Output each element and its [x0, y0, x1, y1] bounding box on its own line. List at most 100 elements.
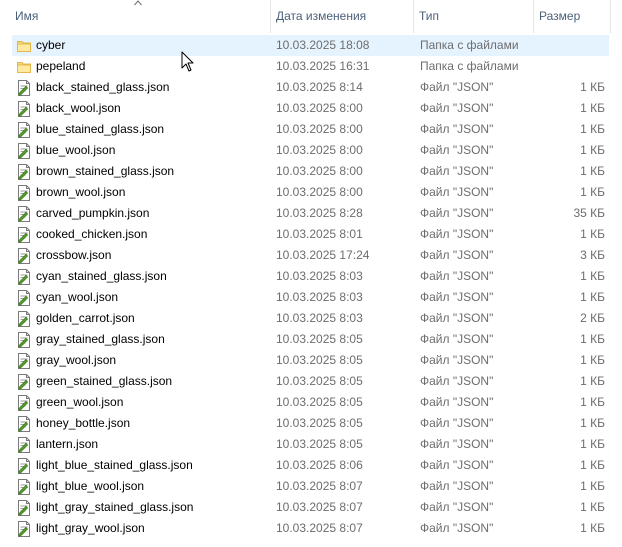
- folder-row[interactable]: cyber 10.03.2025 18:08 Папка с файлами: [12, 35, 609, 56]
- json-file-icon: [16, 332, 32, 348]
- file-name: cyan_wool.json: [36, 290, 119, 304]
- json-file-icon: [16, 143, 32, 159]
- file-row[interactable]: light_gray_wool.json 10.03.2025 8:07 Файл …: [12, 518, 609, 539]
- file-type: Файл "JSON": [420, 353, 494, 367]
- file-size: 1 КБ: [580, 479, 605, 493]
- file-type: Папка с файлами: [420, 59, 519, 73]
- file-row[interactable]: lantern.json 10.03.2025 8:05 Файл "JSON" 1 …: [12, 434, 609, 455]
- file-name: pepeland: [36, 59, 86, 73]
- file-name: crossbow.json: [36, 248, 112, 262]
- file-size: 1 КБ: [580, 437, 605, 451]
- modified-date: 10.03.2025 16:31: [276, 59, 370, 73]
- file-name: cyan_stained_glass.json: [36, 269, 167, 283]
- file-type: Файл "JSON": [420, 122, 494, 136]
- file-type: Файл "JSON": [420, 311, 494, 325]
- file-row[interactable]: light_blue_stained_glass.json 10.03.2025 …: [12, 455, 609, 476]
- file-row[interactable]: gray_stained_glass.json 10.03.2025 8:05 Фа…: [12, 329, 609, 350]
- json-file-icon: [16, 290, 32, 306]
- json-file-icon: [16, 80, 32, 96]
- file-type: Файл "JSON": [420, 185, 494, 199]
- file-size: 1 КБ: [580, 521, 605, 535]
- file-row[interactable]: black_stained_glass.json 10.03.2025 8:14 Ф…: [12, 77, 609, 98]
- file-size: 1 КБ: [580, 395, 605, 409]
- json-file-icon: [16, 122, 32, 138]
- json-file-icon: [16, 311, 32, 327]
- modified-date: 10.03.2025 8:07: [276, 479, 363, 493]
- modified-date: 10.03.2025 8:03: [276, 269, 363, 283]
- file-row[interactable]: gray_wool.json 10.03.2025 8:05 Файл "JSON"…: [12, 350, 609, 371]
- file-row[interactable]: green_wool.json 10.03.2025 8:05 Файл "JSON…: [12, 392, 609, 413]
- file-name: light_gray_stained_glass.json: [36, 500, 194, 514]
- json-file-icon: [16, 353, 32, 369]
- file-type: Папка с файлами: [420, 38, 519, 52]
- file-row[interactable]: cyan_stained_glass.json 10.03.2025 8:03 Фа…: [12, 266, 609, 287]
- modified-date: 10.03.2025 18:08: [276, 38, 370, 52]
- json-file-icon: [16, 500, 32, 516]
- file-type: Файл "JSON": [420, 500, 494, 514]
- file-name: lantern.json: [36, 437, 99, 451]
- file-row[interactable]: carved_pumpkin.json 10.03.2025 8:28 Файл "…: [12, 203, 609, 224]
- column-header-type[interactable]: Тип: [414, 0, 533, 33]
- file-name: gray_stained_glass.json: [36, 332, 165, 346]
- file-size: 1 КБ: [580, 122, 605, 136]
- file-name: blue_stained_glass.json: [36, 122, 165, 136]
- file-type: Файл "JSON": [420, 479, 494, 493]
- modified-date: 10.03.2025 8:28: [276, 206, 363, 220]
- modified-date: 10.03.2025 8:00: [276, 101, 363, 115]
- modified-date: 10.03.2025 8:14: [276, 80, 363, 94]
- column-header-name[interactable]: Имя: [10, 0, 270, 33]
- file-size: 1 КБ: [580, 458, 605, 472]
- file-name: brown_wool.json: [36, 185, 126, 199]
- file-row[interactable]: crossbow.json 10.03.2025 17:24 Файл "JSON"…: [12, 245, 609, 266]
- file-size: 1 КБ: [580, 227, 605, 241]
- file-name: cyber: [36, 38, 66, 52]
- file-row[interactable]: light_blue_wool.json 10.03.2025 8:07 Файл …: [12, 476, 609, 497]
- file-size: 1 КБ: [580, 332, 605, 346]
- file-size: 1 КБ: [580, 143, 605, 157]
- json-file-icon: [16, 479, 32, 495]
- file-type: Файл "JSON": [420, 416, 494, 430]
- file-row[interactable]: blue_wool.json 10.03.2025 8:00 Файл "JSON"…: [12, 140, 609, 161]
- modified-date: 10.03.2025 8:01: [276, 227, 363, 241]
- file-row[interactable]: blue_stained_glass.json 10.03.2025 8:00 Фа…: [12, 119, 609, 140]
- file-type: Файл "JSON": [420, 227, 494, 241]
- file-type: Файл "JSON": [420, 437, 494, 451]
- file-size: 1 КБ: [580, 164, 605, 178]
- file-size: [532, 56, 605, 77]
- json-file-icon: [16, 227, 32, 243]
- file-type: Файл "JSON": [420, 269, 494, 283]
- file-type: Файл "JSON": [420, 164, 494, 178]
- mouse-cursor-icon: [181, 51, 194, 72]
- file-row[interactable]: light_gray_stained_glass.json 10.03.2025 …: [12, 497, 609, 518]
- json-file-icon: [16, 437, 32, 453]
- file-name: brown_stained_glass.json: [36, 164, 175, 178]
- json-file-icon: [16, 185, 32, 201]
- modified-date: 10.03.2025 8:05: [276, 416, 363, 430]
- modified-date: 10.03.2025 8:00: [276, 122, 363, 136]
- file-row[interactable]: cooked_chicken.json 10.03.2025 8:01 Файл "…: [12, 224, 609, 245]
- column-divider[interactable]: [610, 0, 611, 33]
- modified-date: 10.03.2025 8:05: [276, 353, 363, 367]
- json-file-icon: [16, 269, 32, 285]
- modified-date: 10.03.2025 8:03: [276, 311, 363, 325]
- modified-date: 10.03.2025 8:05: [276, 437, 363, 451]
- file-row[interactable]: golden_carrot.json 10.03.2025 8:03 Файл "J…: [12, 308, 609, 329]
- modified-date: 10.03.2025 8:07: [276, 521, 363, 535]
- file-name: light_gray_wool.json: [36, 521, 145, 535]
- column-header-date[interactable]: Дата изменения: [271, 0, 413, 33]
- file-type: Файл "JSON": [420, 458, 494, 472]
- file-row[interactable]: black_wool.json 10.03.2025 8:00 Файл "JSON…: [12, 98, 609, 119]
- file-size: 35 КБ: [573, 206, 605, 220]
- file-row[interactable]: green_stained_glass.json 10.03.2025 8:05 Ф…: [12, 371, 609, 392]
- folder-row[interactable]: pepeland 10.03.2025 16:31 Папка с файлами: [12, 56, 609, 77]
- column-header-size[interactable]: Размер: [534, 0, 610, 33]
- file-row[interactable]: cyan_wool.json 10.03.2025 8:03 Файл "JSON"…: [12, 287, 609, 308]
- file-name: green_stained_glass.json: [36, 374, 173, 388]
- file-row[interactable]: brown_wool.json 10.03.2025 8:00 Файл "JSON…: [12, 182, 609, 203]
- file-explorer-list: Имя Дата изменения Тип Размер cyber 10.03…: [0, 0, 622, 547]
- file-size: 1 КБ: [580, 416, 605, 430]
- file-name: green_wool.json: [36, 395, 124, 409]
- json-file-icon: [16, 374, 32, 390]
- file-row[interactable]: brown_stained_glass.json 10.03.2025 8:00 Ф…: [12, 161, 609, 182]
- file-row[interactable]: honey_bottle.json 10.03.2025 8:05 Файл "JS…: [12, 413, 609, 434]
